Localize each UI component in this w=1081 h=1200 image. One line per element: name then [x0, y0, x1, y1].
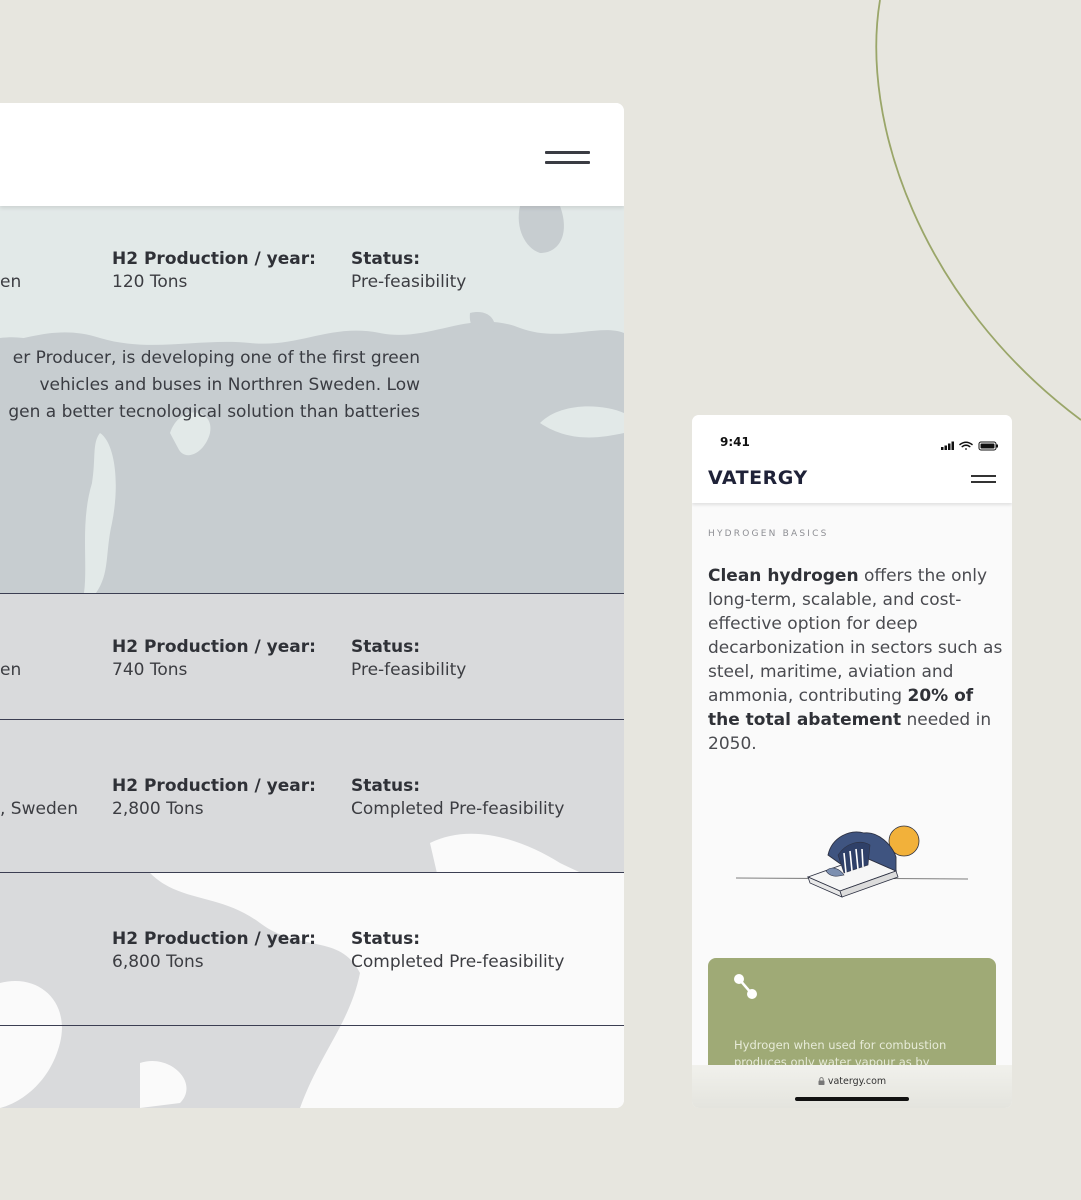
browser-address-bar[interactable]: vatergy.com — [692, 1065, 1012, 1108]
description-line: gen a better tecnological solution than … — [8, 402, 420, 422]
landscape-illustration — [735, 825, 969, 898]
status-label: Status: — [351, 776, 420, 796]
h2-production-value: 2,800 Tons — [112, 799, 204, 819]
row-divider — [0, 872, 624, 873]
menu-icon[interactable] — [971, 475, 996, 484]
row-divider — [0, 1025, 624, 1026]
status-value: Completed Pre-feasibility — [351, 799, 565, 819]
intro-bold-text: Clean hydrogen — [708, 566, 859, 586]
h2-production-value: 740 Tons — [112, 660, 188, 680]
status-label: Status: — [351, 249, 420, 269]
status-label: Status: — [351, 929, 420, 949]
wifi-icon — [959, 441, 973, 450]
status-value: Completed Pre-feasibility — [351, 952, 565, 972]
h2-production-value: 6,800 Tons — [112, 952, 204, 972]
description-line: er Producer, is developing one of the fi… — [12, 348, 420, 368]
h2-production-label: H2 Production / year: — [112, 776, 316, 796]
section-label: HYDROGEN BASICS — [708, 529, 829, 539]
battery-icon — [978, 441, 998, 451]
signal-icon — [941, 441, 954, 450]
row-divider — [0, 593, 624, 594]
status-value: Pre-feasibility — [351, 660, 467, 680]
h2-production-label: H2 Production / year: — [112, 929, 316, 949]
project-location: en — [0, 272, 22, 292]
menu-icon[interactable] — [545, 151, 590, 167]
intro-text: offers the only long-term, scalable, and… — [708, 566, 1003, 706]
project-location: , Sweden — [0, 799, 78, 819]
status-time: 9:41 — [720, 435, 750, 449]
row-divider — [0, 719, 624, 720]
status-value: Pre-feasibility — [351, 272, 467, 292]
home-indicator[interactable] — [795, 1097, 909, 1101]
brand-logo[interactable]: VATERGY — [708, 467, 808, 489]
h2-production-value: 120 Tons — [112, 272, 188, 292]
description-line: vehicles and buses in Northren Sweden. L… — [39, 375, 421, 395]
mobile-header: 9:41 VATERGY — [692, 415, 1012, 503]
project-location: en — [0, 660, 22, 680]
url-text: vatergy.com — [692, 1076, 1012, 1087]
h2-production-label: H2 Production / year: — [112, 249, 316, 269]
desktop-header — [0, 103, 624, 206]
url-label: vatergy.com — [827, 1076, 887, 1087]
mobile-preview: 9:41 VATERGY HYDROGEN BASICS Clean hydro… — [692, 415, 1012, 1108]
status-icons — [941, 436, 999, 455]
project-description: er Producer, is developing one of the fi… — [0, 345, 420, 426]
molecule-icon — [734, 974, 757, 999]
intro-paragraph: Clean hydrogen offers the only long-term… — [708, 564, 1004, 756]
h2-production-label: H2 Production / year: — [112, 637, 316, 657]
lock-icon — [818, 1077, 825, 1085]
desktop-preview: en H2 Production / year: 120 Tons Status… — [0, 103, 624, 1108]
status-label: Status: — [351, 637, 420, 657]
